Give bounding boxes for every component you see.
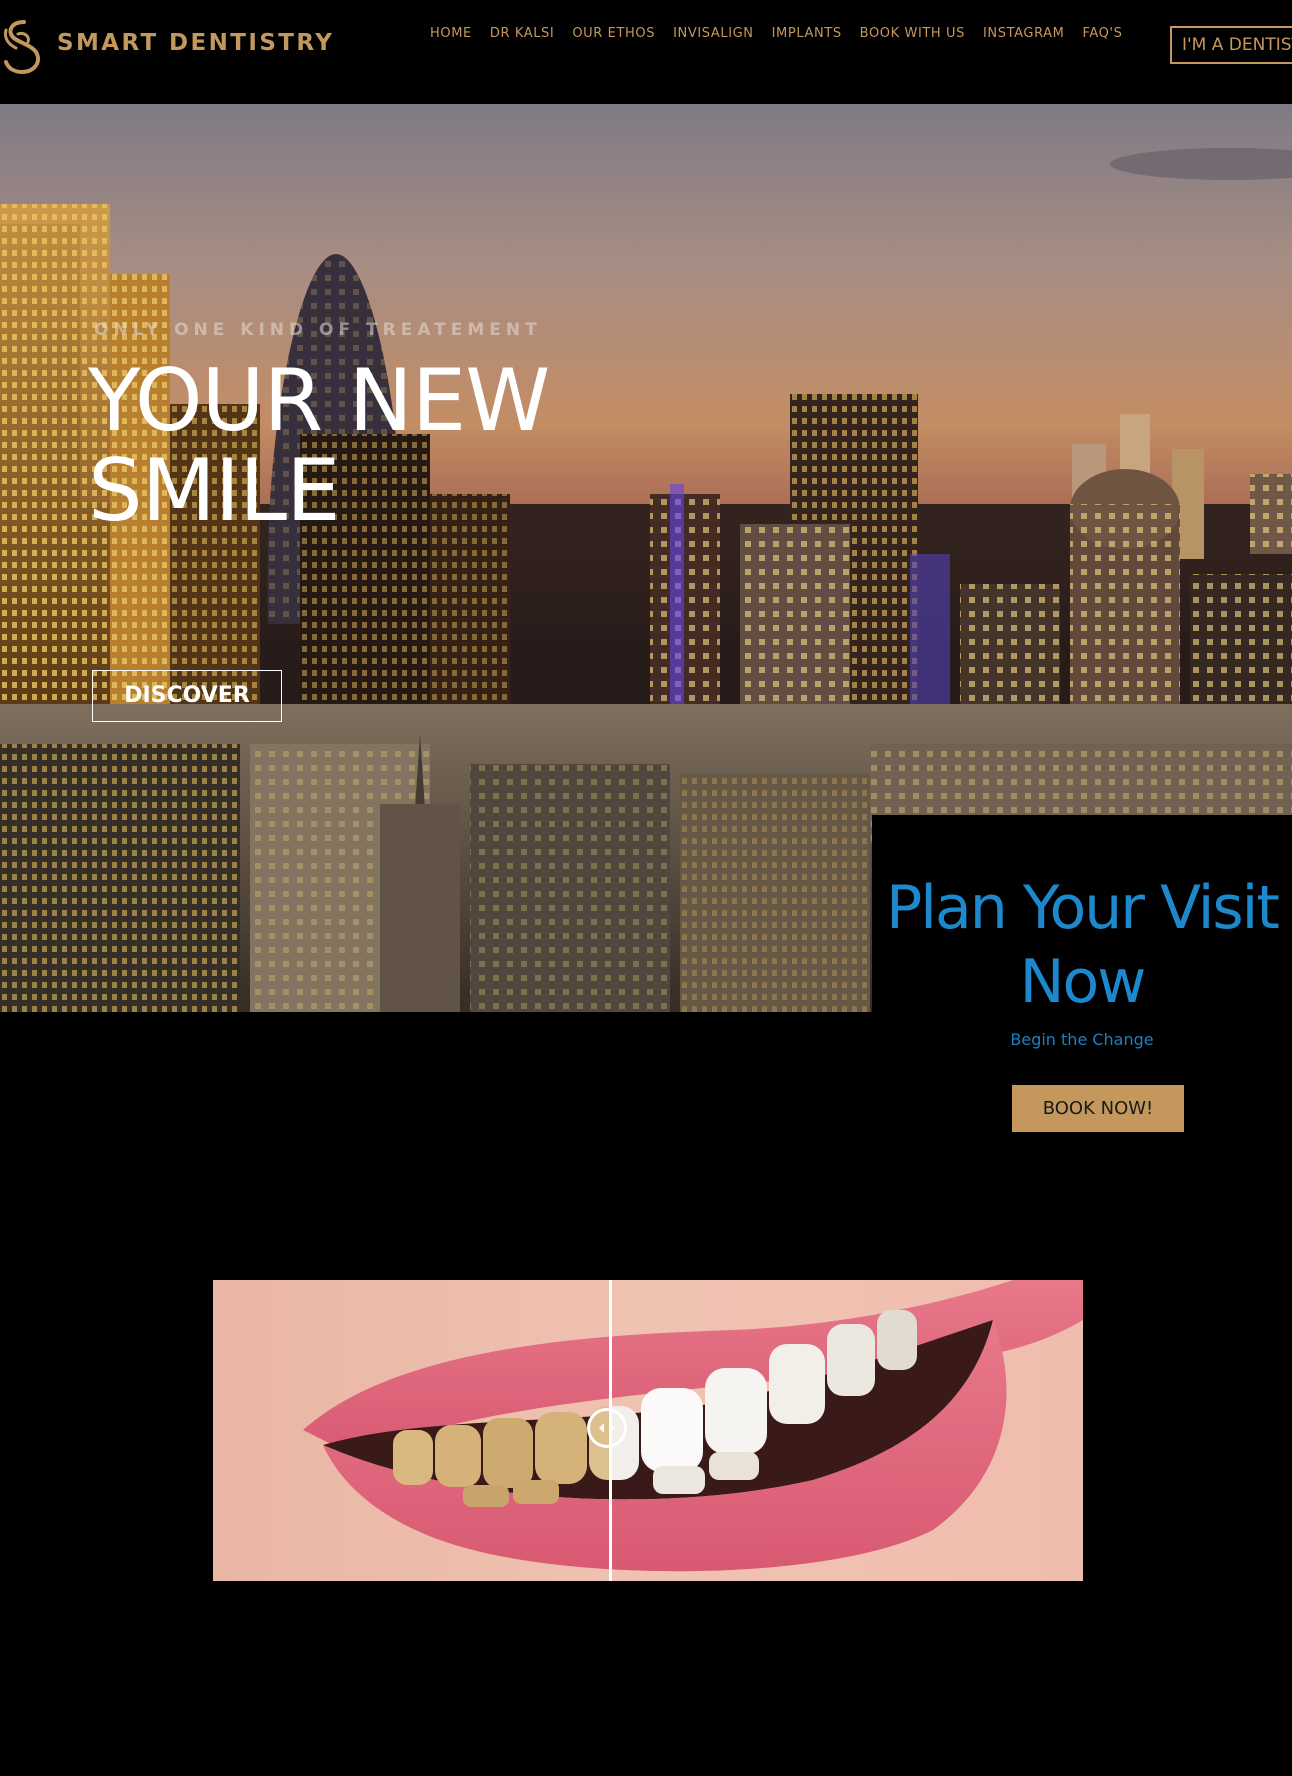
plan-visit-panel: Plan Your Visit Now Begin the Change BOO…	[872, 815, 1292, 1215]
nav-item-faqs[interactable]: FAQ'S	[1083, 26, 1123, 42]
hero-title: YOUR NEW SMILE	[88, 351, 550, 541]
logo-icon[interactable]	[2, 16, 44, 76]
nav-item-instagram[interactable]: INSTAGRAM	[983, 26, 1065, 42]
nav-item-dr-kalsi[interactable]: DR KALSI	[490, 26, 555, 42]
plan-visit-subtitle: Begin the Change	[1010, 1030, 1154, 1049]
slider-handle-icon[interactable]	[587, 1408, 627, 1448]
nav-item-our-ethos[interactable]: OUR ETHOS	[572, 26, 655, 42]
plan-visit-title: Plan Your Visit Now	[886, 873, 1280, 1017]
book-now-button[interactable]: BOOK NOW!	[1012, 1085, 1184, 1132]
smile-comparison-image	[213, 1280, 1083, 1581]
nav-item-book-with-us[interactable]: BOOK WITH US	[860, 26, 965, 42]
discover-button[interactable]: DISCOVER	[92, 670, 282, 722]
nav-item-implants[interactable]: IMPLANTS	[772, 26, 842, 42]
nav-item-home[interactable]: HOME	[430, 26, 472, 42]
main-nav: HOME DR KALSI OUR ETHOS INVISALIGN IMPLA…	[430, 26, 1123, 42]
nav-item-invisalign[interactable]: INVISALIGN	[673, 26, 754, 42]
brand-name[interactable]: SMART DENTISTRY	[57, 30, 334, 56]
site-header: SMART DENTISTRY HOME DR KALSI OUR ETHOS …	[0, 0, 1292, 104]
hero-eyebrow: ONLY ONE KIND OF TREATEMENT	[94, 320, 542, 340]
before-after-slider[interactable]	[213, 1280, 1083, 1581]
im-a-dentist-button[interactable]: I'M A DENTIST	[1170, 26, 1292, 64]
